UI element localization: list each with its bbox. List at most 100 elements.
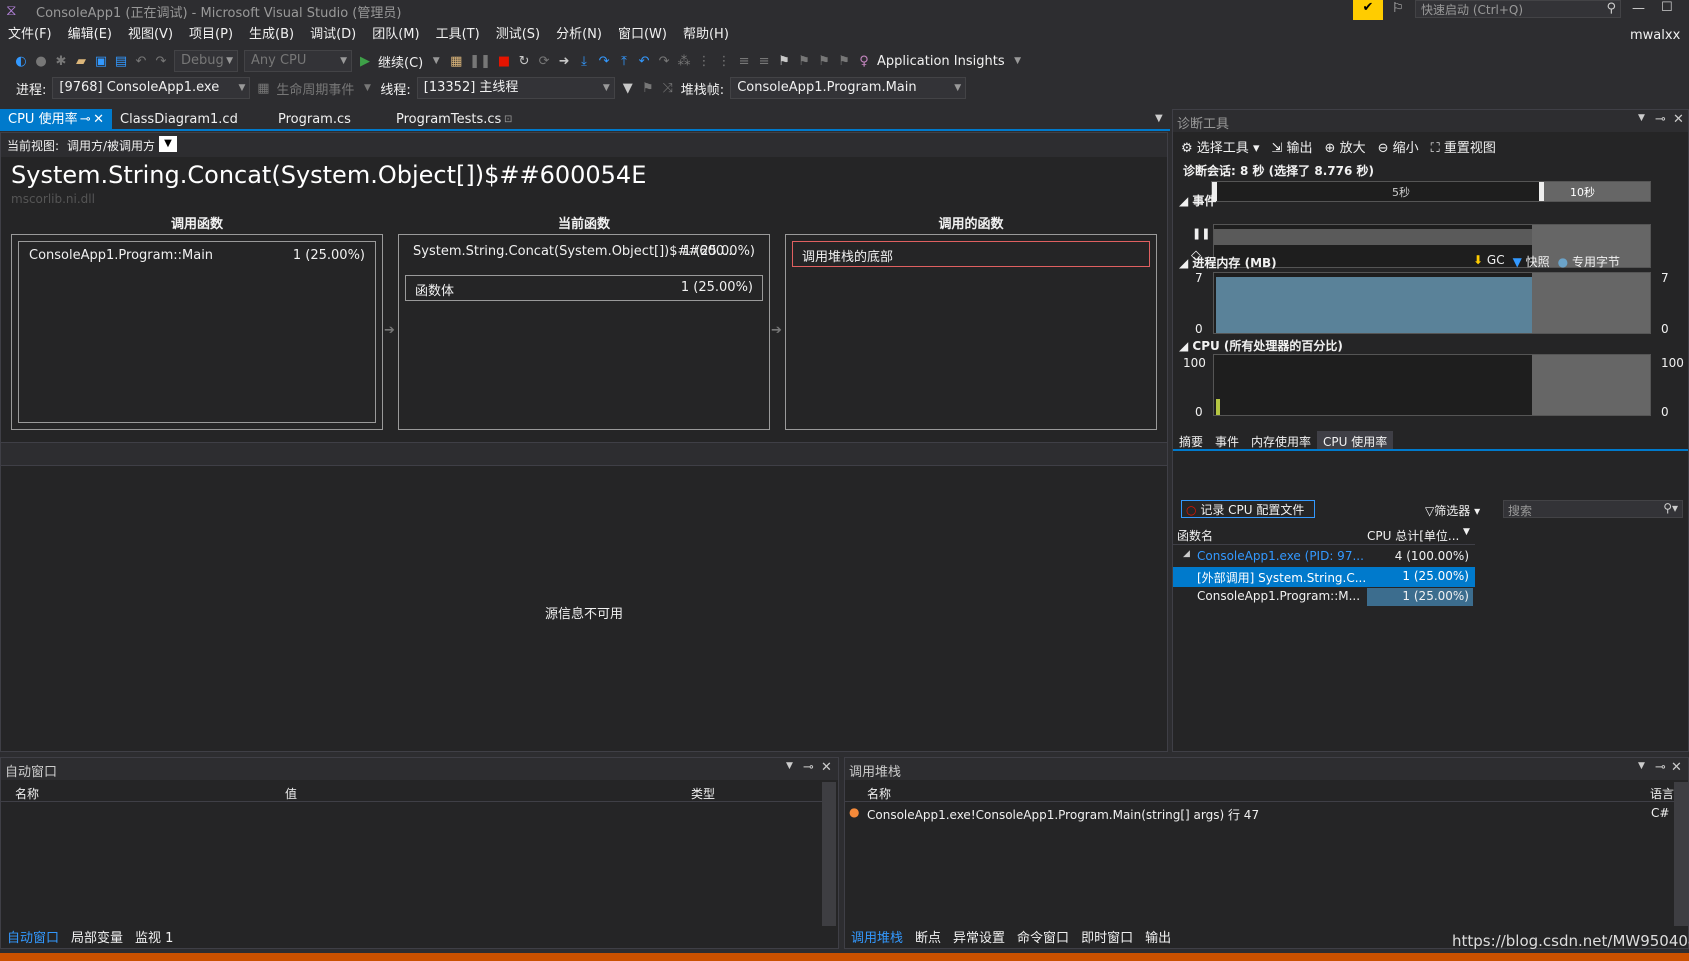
output-button[interactable]: ⇲ 输出 xyxy=(1271,137,1312,156)
col-cpu-total[interactable]: CPU 总计[单位... xyxy=(1367,527,1459,544)
tab-classdiagram[interactable]: ClassDiagram1.cd xyxy=(112,109,270,129)
undo-debug-icon[interactable]: ↶ xyxy=(637,54,651,69)
tab-breakpoints[interactable]: 断点 xyxy=(909,928,947,950)
feedback-icon[interactable]: ⚐ xyxy=(1392,1,1404,16)
config-select[interactable]: Debug ▼ xyxy=(174,50,238,72)
filter-button[interactable]: ▽筛选器 ▾ xyxy=(1425,502,1480,519)
continue-icon[interactable]: ▶ xyxy=(358,54,372,69)
hex-display-icon[interactable]: ⁂ xyxy=(677,54,691,69)
search-input[interactable]: 搜索 ⚲▾ xyxy=(1503,500,1683,518)
application-insights-button[interactable]: Application Insights xyxy=(877,54,1005,69)
indent-icon[interactable]: ≡ xyxy=(737,54,751,69)
close-icon[interactable]: ✕ xyxy=(93,109,104,129)
flag-thread-icon[interactable]: ⚑ xyxy=(641,81,655,96)
prev-bookmark-icon[interactable]: ⚑ xyxy=(797,54,811,69)
back-icon[interactable]: ◐ xyxy=(14,54,28,69)
save-all-icon[interactable]: ▤ xyxy=(114,54,128,69)
zoom-out-button[interactable]: ⊖ 缩小 xyxy=(1378,137,1419,156)
tab-cpu[interactable]: CPU 使用率 xyxy=(1317,431,1394,449)
menu-help[interactable]: 帮助(H) xyxy=(675,24,737,46)
menu-debug[interactable]: 调试(D) xyxy=(302,24,364,46)
clear-bookmark-icon[interactable]: ⚑ xyxy=(837,54,851,69)
new-project-icon[interactable]: ✱ xyxy=(54,54,68,69)
pin-icon[interactable]: ⊸ xyxy=(803,760,814,775)
continue-button[interactable]: 继续(C) xyxy=(378,52,423,71)
undo-icon[interactable]: ↶ xyxy=(134,54,148,69)
maximize-button[interactable]: ☐ xyxy=(1661,0,1673,15)
tab-cpu-usage[interactable]: CPU 使用率 ⊸ ✕ xyxy=(0,109,112,129)
select-tools-button[interactable]: ⚙ 选择工具 ▾ xyxy=(1181,137,1259,156)
table-row[interactable]: ConsoleApp1.Program::M... 1 (25.00%) xyxy=(1173,587,1475,607)
stack-frame-select[interactable]: ConsoleApp1.Program.Main ▼ xyxy=(730,77,967,99)
list-item[interactable]: ● ConsoleApp1.exe!ConsoleApp1.Program.Ma… xyxy=(845,804,1673,824)
col-name[interactable]: 名称 xyxy=(15,785,39,802)
outdent-icon[interactable]: ≡ xyxy=(757,54,771,69)
close-icon[interactable]: ✕ xyxy=(1673,112,1684,127)
pin-icon[interactable]: ⊸ xyxy=(1655,112,1666,127)
menu-test[interactable]: 测试(S) xyxy=(488,24,548,46)
step-into-icon[interactable]: ⤓ xyxy=(577,54,591,69)
timeline-ruler[interactable]: 5秒 10秒 xyxy=(1211,181,1651,202)
quick-launch-input[interactable]: 快速启动 (Ctrl+Q) ⚲ xyxy=(1415,0,1621,18)
notification-icon[interactable]: ✔ xyxy=(1353,0,1383,20)
autos-scrollbar[interactable] xyxy=(822,782,836,926)
stop-icon[interactable]: ■ xyxy=(497,54,511,69)
thread-select[interactable]: [13352] 主线程 ▼ xyxy=(416,77,615,99)
col-sort-icon[interactable]: ▼ xyxy=(1463,527,1470,537)
platform-select[interactable]: Any CPU ▼ xyxy=(244,50,352,72)
hot-reload-icon[interactable]: ⟳ xyxy=(537,54,551,69)
open-file-icon[interactable]: ▰ xyxy=(74,54,88,69)
col-type[interactable]: 类型 xyxy=(691,785,715,802)
lifecycle-events-button[interactable]: 生命周期事件 xyxy=(276,79,354,98)
tab-program-cs[interactable]: Program.cs xyxy=(270,109,388,129)
pause-icon[interactable]: ❚❚ xyxy=(469,54,491,69)
show-flagged-icon[interactable]: ⤨ xyxy=(661,81,675,96)
tab-call-stack[interactable]: 调用堆栈 xyxy=(845,928,909,950)
tab-autos[interactable]: 自动窗口 xyxy=(1,928,65,950)
tab-memory[interactable]: 内存使用率 xyxy=(1245,431,1317,449)
menu-tools[interactable]: 工具(T) xyxy=(428,24,488,46)
expand-icon[interactable]: ◢ xyxy=(1183,549,1190,559)
restart-icon[interactable]: ↻ xyxy=(517,54,531,69)
menu-project[interactable]: 项目(P) xyxy=(181,24,241,46)
col-name[interactable]: 名称 xyxy=(867,785,891,802)
menu-window[interactable]: 窗口(W) xyxy=(610,24,675,46)
dropdown-icon[interactable]: ▼ xyxy=(786,761,793,771)
tab-watch1[interactable]: 监视 1 xyxy=(129,928,179,950)
caller-item[interactable]: ConsoleApp1.Program::Main 1 (25.00%) xyxy=(18,241,376,423)
function-body-item[interactable]: 函数体 1 (25.00%) xyxy=(405,275,763,301)
dropdown-icon[interactable]: ▼ xyxy=(429,56,443,66)
process-select[interactable]: [9768] ConsoleApp1.exe ▼ xyxy=(52,77,251,99)
step-out-icon[interactable]: ⤒ xyxy=(617,54,631,69)
col-function-name[interactable]: 函数名 xyxy=(1177,527,1213,544)
minimize-button[interactable]: — xyxy=(1632,1,1645,16)
current-view-select[interactable]: 调用方/被调用方 xyxy=(67,137,155,154)
insights-dropdown-icon[interactable]: ▼ xyxy=(1011,56,1025,66)
tab-locals[interactable]: 局部变量 xyxy=(65,928,129,950)
tab-programtests-cs[interactable]: ProgramTests.cs xyxy=(388,109,504,129)
forward-icon[interactable]: ● xyxy=(34,54,48,69)
pin-icon[interactable]: ⊸ xyxy=(1655,760,1666,775)
pin-icon[interactable]: ⊸ xyxy=(80,109,91,129)
menu-build[interactable]: 生成(B) xyxy=(241,24,302,46)
save-icon[interactable]: ▣ xyxy=(94,54,108,69)
tab-summary[interactable]: 摘要 xyxy=(1173,431,1209,449)
user-name[interactable]: mwalxx xyxy=(1630,28,1680,43)
view-dropdown-icon[interactable]: ▼ xyxy=(159,136,177,152)
tab-immediate-window[interactable]: 即时窗口 xyxy=(1075,928,1139,950)
close-icon[interactable]: ✕ xyxy=(821,760,832,775)
tab-output[interactable]: 输出 xyxy=(1139,928,1177,950)
zoom-in-button[interactable]: ⊕ 放大 xyxy=(1325,137,1366,156)
browser-icon[interactable]: ▦ xyxy=(449,54,463,69)
selection-end-handle[interactable] xyxy=(1539,182,1544,201)
menu-file[interactable]: 文件(F) xyxy=(0,24,60,46)
record-cpu-button[interactable]: ○ 记录 CPU 配置文件 xyxy=(1181,500,1315,518)
step-over-icon[interactable]: ↷ xyxy=(597,54,611,69)
next-bookmark-icon[interactable]: ⚑ xyxy=(817,54,831,69)
table-row[interactable]: ◢ ConsoleApp1.exe (PID: 97... 4 (100.00%… xyxy=(1173,547,1475,567)
tab-events[interactable]: 事件 xyxy=(1209,431,1245,449)
redo-debug-icon[interactable]: ↷ xyxy=(657,54,671,69)
tab-command-window[interactable]: 命令窗口 xyxy=(1011,928,1075,950)
table-row[interactable]: [外部调用] System.String.C... 1 (25.00%) xyxy=(1173,567,1475,587)
search-icon[interactable]: ⚲▾ xyxy=(1663,501,1678,515)
